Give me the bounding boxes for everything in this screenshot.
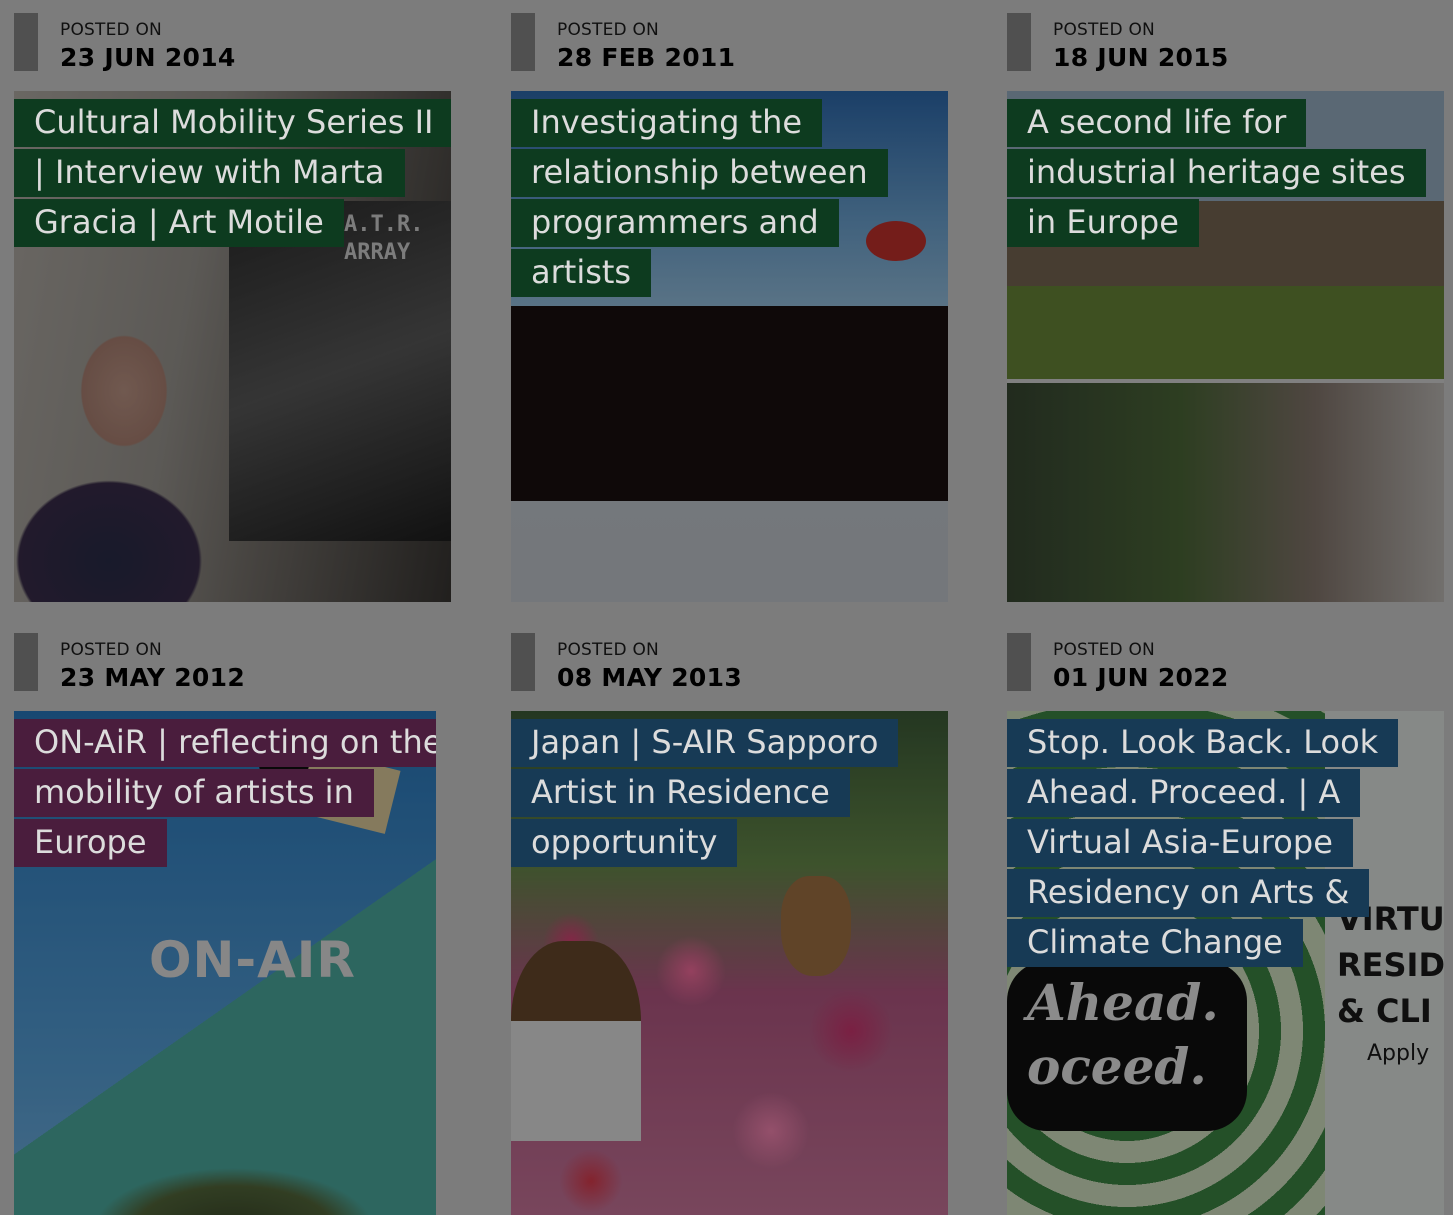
post-title: Cultural Mobility Series II | Interview … [14, 99, 451, 247]
post-card[interactable]: POSTED ON 18 JUN 2015 A second life for … [1007, 13, 1444, 602]
date-accent-bar [511, 13, 535, 71]
post-card[interactable]: POSTED ON 01 JUN 2022 Ahead. oceed. VIRT… [1007, 633, 1444, 1215]
post-title: Investigating the relationship between p… [511, 99, 888, 297]
image-script-text: Ahead. oceed. [1027, 973, 1219, 1096]
post-thumbnail-link[interactable]: Ahead. oceed. VIRTU RESID & CLI Apply St… [1007, 711, 1444, 1215]
image-bear-statue [781, 876, 851, 976]
post-thumbnail-link[interactable]: A.T.R. ARRAY Cultural Mobility Series II… [14, 91, 451, 602]
post-date-block: POSTED ON 01 JUN 2022 [1007, 633, 1444, 692]
post-thumbnail-link[interactable]: A second life for industrial heritage si… [1007, 91, 1444, 602]
post-title-link[interactable]: ON-AiR | reflecting on the mobility of a… [14, 717, 436, 867]
image-person [511, 941, 641, 1141]
date-accent-bar [14, 633, 38, 691]
image-logo-text: ON-AIR [149, 931, 356, 989]
posted-on-label: POSTED ON [60, 20, 162, 40]
post-date-block: POSTED ON 08 MAY 2013 [511, 633, 948, 692]
posted-on-label: POSTED ON [1053, 20, 1155, 40]
post-date: 18 JUN 2015 [1053, 43, 1229, 72]
post-card[interactable]: POSTED ON 23 MAY 2012 ON-AIR ON-AiR | re… [14, 633, 451, 1215]
image-dark-band [511, 306, 948, 501]
posted-on-label: POSTED ON [1053, 640, 1155, 660]
posts-grid: POSTED ON 23 JUN 2014 A.T.R. ARRAY Cultu… [0, 0, 1453, 1215]
post-title: A second life for industrial heritage si… [1007, 99, 1426, 247]
image-panel-sub: Apply [1367, 1041, 1430, 1066]
image-divider [1007, 379, 1444, 383]
date-accent-bar [14, 13, 38, 71]
post-thumbnail-link[interactable]: Japan | S-AIR Sapporo Artist in Residenc… [511, 711, 948, 1215]
post-title: ON-AiR | reflecting on the mobility of a… [14, 719, 436, 867]
post-date: 23 JUN 2014 [60, 43, 236, 72]
posted-on-label: POSTED ON [60, 640, 162, 660]
post-title-link[interactable]: A second life for industrial heritage si… [1007, 97, 1437, 247]
post-card[interactable]: POSTED ON 28 FEB 2011 Investigating the … [511, 13, 948, 602]
post-title: Japan | S-AIR Sapporo Artist in Residenc… [511, 719, 899, 867]
posted-on-label: POSTED ON [557, 640, 659, 660]
post-date-block: POSTED ON 28 FEB 2011 [511, 13, 948, 72]
post-date: 28 FEB 2011 [557, 43, 736, 72]
post-title-link[interactable]: Cultural Mobility Series II | Interview … [14, 97, 451, 247]
date-accent-bar [1007, 13, 1031, 71]
post-thumbnail-link[interactable]: Investigating the relationship between p… [511, 91, 948, 602]
image-black-blob [1007, 961, 1247, 1131]
post-date: 08 MAY 2013 [557, 663, 743, 692]
posted-on-label: POSTED ON [557, 20, 659, 40]
poster-shape [229, 201, 451, 541]
post-card[interactable]: POSTED ON 08 MAY 2013 Japan | S-AIR Sapp… [511, 633, 948, 1215]
post-date: 23 MAY 2012 [60, 663, 246, 692]
date-accent-bar [1007, 633, 1031, 691]
post-title-link[interactable]: Investigating the relationship between p… [511, 97, 941, 297]
post-date-block: POSTED ON 18 JUN 2015 [1007, 13, 1444, 72]
post-thumbnail-link[interactable]: ON-AIR ON-AiR | reflecting on the mobili… [14, 711, 436, 1215]
post-date: 01 JUN 2022 [1053, 663, 1229, 692]
post-card[interactable]: POSTED ON 23 JUN 2014 A.T.R. ARRAY Cultu… [14, 13, 451, 602]
post-title-link[interactable]: Japan | S-AIR Sapporo Artist in Residenc… [511, 717, 941, 867]
post-date-block: POSTED ON 23 MAY 2012 [14, 633, 451, 692]
date-accent-bar [511, 633, 535, 691]
post-date-block: POSTED ON 23 JUN 2014 [14, 13, 451, 72]
image-tree [14, 1081, 436, 1215]
post-title: Stop. Look Back. Look Ahead. Proceed. | … [1007, 719, 1399, 967]
post-title-link[interactable]: Stop. Look Back. Look Ahead. Proceed. | … [1007, 717, 1437, 967]
